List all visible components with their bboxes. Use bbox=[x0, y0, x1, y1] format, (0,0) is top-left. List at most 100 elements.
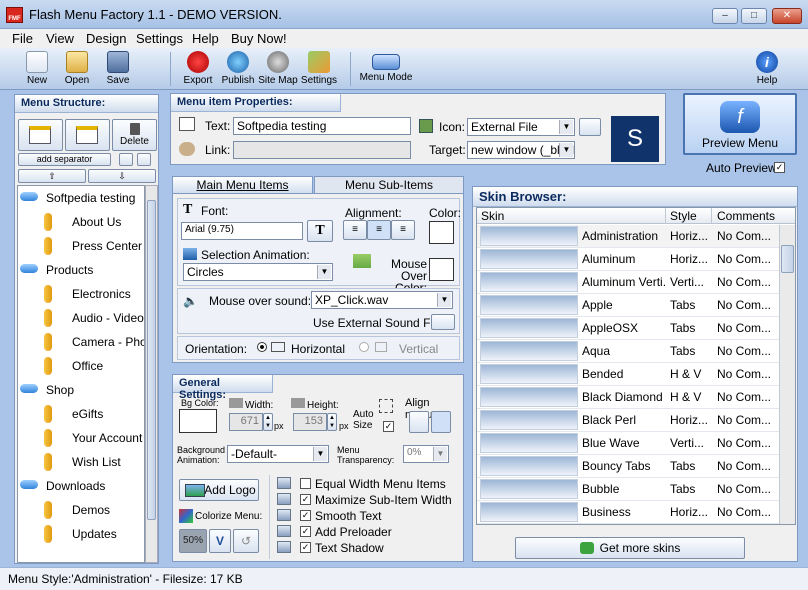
skin-row[interactable]: Black Diamond H & V No Com... bbox=[477, 386, 779, 409]
colorize-reset-icon[interactable]: ↺ bbox=[233, 529, 259, 553]
minimize-button[interactable]: – bbox=[712, 8, 738, 24]
add-separator-button[interactable]: add separator bbox=[18, 153, 111, 166]
add-logo-button[interactable]: Add Logo bbox=[179, 479, 259, 501]
settings-button[interactable]: Settings bbox=[299, 50, 339, 88]
tree-item[interactable]: Shop bbox=[18, 378, 144, 402]
scrollbar-thumb[interactable] bbox=[781, 245, 794, 273]
option-checkbox[interactable] bbox=[300, 478, 311, 489]
menu-help[interactable]: Help bbox=[192, 31, 219, 46]
font-picker-button[interactable]: T bbox=[307, 220, 333, 242]
transparency-select[interactable]: 0% ▼ bbox=[403, 445, 449, 463]
maximize-button[interactable]: □ bbox=[741, 8, 767, 24]
tree-item[interactable]: Press Center bbox=[18, 234, 144, 258]
tree-item[interactable]: Camera - Photo bbox=[18, 330, 144, 354]
align-left-icon[interactable]: ≡ bbox=[343, 220, 367, 240]
tree-item[interactable]: Products bbox=[18, 258, 144, 282]
font-color-swatch[interactable] bbox=[429, 221, 454, 244]
target-select[interactable]: new window (_blank) ▼ bbox=[467, 141, 575, 159]
align-menu-left-icon[interactable] bbox=[409, 411, 429, 433]
tree-item[interactable]: Demos bbox=[18, 498, 144, 522]
icon-select[interactable]: External File ▼ bbox=[467, 118, 575, 136]
tree-item[interactable]: Your Account bbox=[18, 426, 144, 450]
skin-row[interactable]: Apple Tabs No Com... bbox=[477, 294, 779, 317]
tree-item[interactable]: Audio - Video bbox=[18, 306, 144, 330]
tab-main-menu-items[interactable]: Main Menu Items bbox=[172, 176, 313, 194]
new-button[interactable]: New bbox=[22, 50, 52, 88]
menu-mode-button[interactable]: Menu Mode bbox=[358, 50, 414, 88]
skin-row[interactable]: AppleOSX Tabs No Com... bbox=[477, 317, 779, 340]
skin-scrollbar[interactable] bbox=[779, 225, 795, 524]
tree-item[interactable]: About Us bbox=[18, 210, 144, 234]
mouse-over-color-swatch[interactable] bbox=[429, 258, 454, 281]
publish-button[interactable]: Publish bbox=[220, 50, 256, 88]
auto-preview-checkbox[interactable]: ✓ bbox=[774, 162, 785, 173]
tree-item[interactable]: Downloads bbox=[18, 474, 144, 498]
tree-item[interactable]: eGifts bbox=[18, 402, 144, 426]
skin-row[interactable]: Business Horiz... No Com... bbox=[477, 501, 779, 524]
skin-row[interactable]: Aluminum Verti... Verti... No Com... bbox=[477, 271, 779, 294]
text-input[interactable]: Softpedia testing bbox=[233, 117, 411, 135]
selection-animation-select[interactable]: Circles ▼ bbox=[183, 263, 333, 281]
tree-item[interactable]: Wish List bbox=[18, 450, 144, 474]
skin-row[interactable]: Aluminum Horiz... No Com... bbox=[477, 248, 779, 271]
icon-picker-icon[interactable] bbox=[419, 119, 433, 133]
align-menu-center-icon[interactable] bbox=[431, 411, 451, 433]
width-input[interactable]: 671 bbox=[229, 413, 263, 431]
tree-item[interactable]: Updates bbox=[18, 522, 144, 546]
colorize-v-button[interactable]: V bbox=[209, 529, 231, 553]
mouse-over-sound-select[interactable]: XP_Click.wav ▼ bbox=[311, 291, 453, 309]
scrollbar-thumb[interactable] bbox=[147, 200, 156, 520]
skin-row[interactable]: Bouncy Tabs Tabs No Com... bbox=[477, 455, 779, 478]
close-button[interactable]: ✕ bbox=[772, 8, 802, 24]
horizontal-radio[interactable] bbox=[257, 342, 267, 352]
width-spinner[interactable]: ▲ ▼ bbox=[263, 413, 273, 431]
help-button[interactable]: i Help bbox=[752, 50, 782, 88]
bg-color-swatch[interactable] bbox=[179, 409, 217, 433]
get-more-skins-button[interactable]: Get more skins bbox=[515, 537, 745, 559]
menu-file[interactable]: File bbox=[12, 31, 33, 46]
bg-animation-select[interactable]: -Default- ▼ bbox=[227, 445, 329, 463]
option-checkbox[interactable]: ✓ bbox=[300, 526, 311, 537]
link-input[interactable] bbox=[233, 141, 411, 159]
option-checkbox[interactable]: ✓ bbox=[300, 494, 311, 505]
skin-row[interactable]: Bubble Tabs No Com... bbox=[477, 478, 779, 501]
height-input[interactable]: 153 bbox=[293, 413, 327, 431]
move-down-button[interactable]: ⇩ bbox=[88, 169, 156, 183]
vertical-radio[interactable] bbox=[359, 342, 369, 352]
tree-item[interactable]: Office bbox=[18, 354, 144, 378]
colorize-percent-button[interactable]: 50% bbox=[179, 529, 207, 553]
open-button[interactable]: Open bbox=[60, 50, 94, 88]
tab-menu-sub-items[interactable]: Menu Sub-Items bbox=[314, 176, 464, 194]
add-item-button[interactable] bbox=[18, 119, 63, 151]
browse-folder-icon[interactable] bbox=[579, 118, 601, 136]
tree-item[interactable]: Softpedia testing bbox=[18, 186, 144, 210]
col-comments[interactable]: Comments bbox=[717, 209, 775, 223]
move-up-button[interactable]: ⇧ bbox=[18, 169, 86, 183]
option-checkbox[interactable]: ✓ bbox=[300, 542, 311, 553]
font-field[interactable]: Arial (9.75) bbox=[181, 222, 303, 240]
align-right-icon[interactable]: ≡ bbox=[391, 220, 415, 240]
col-skin[interactable]: Skin bbox=[481, 209, 504, 223]
option-checkbox[interactable]: ✓ bbox=[300, 510, 311, 521]
preview-menu-button[interactable]: f Preview Menu bbox=[683, 93, 797, 155]
col-style[interactable]: Style bbox=[670, 209, 697, 223]
align-center-icon[interactable]: ≡ bbox=[367, 220, 391, 240]
auto-size-checkbox[interactable]: ✓ bbox=[383, 421, 394, 432]
skin-row[interactable]: Aqua Tabs No Com... bbox=[477, 340, 779, 363]
sound-folder-icon[interactable] bbox=[431, 314, 455, 330]
copy-icon[interactable] bbox=[119, 153, 133, 166]
tree-item[interactable]: Electronics bbox=[18, 282, 144, 306]
skin-row[interactable]: Blue Wave Verti... No Com... bbox=[477, 432, 779, 455]
paste-icon[interactable] bbox=[137, 153, 151, 166]
height-spinner[interactable]: ▲ ▼ bbox=[327, 413, 337, 431]
menu-design[interactable]: Design bbox=[86, 31, 126, 46]
save-button[interactable]: Save bbox=[102, 50, 134, 88]
menu-view[interactable]: View bbox=[46, 31, 74, 46]
delete-button[interactable]: Delete bbox=[112, 119, 157, 151]
menu-buy-now[interactable]: Buy Now! bbox=[231, 31, 287, 46]
tree-scrollbar[interactable] bbox=[145, 185, 158, 563]
skin-row[interactable]: Bended H & V No Com... bbox=[477, 363, 779, 386]
skin-row[interactable]: Black Perl Horiz... No Com... bbox=[477, 409, 779, 432]
skin-row[interactable]: Administration Horiz... No Com... bbox=[477, 225, 779, 248]
sitemap-button[interactable]: Site Map bbox=[258, 50, 298, 88]
